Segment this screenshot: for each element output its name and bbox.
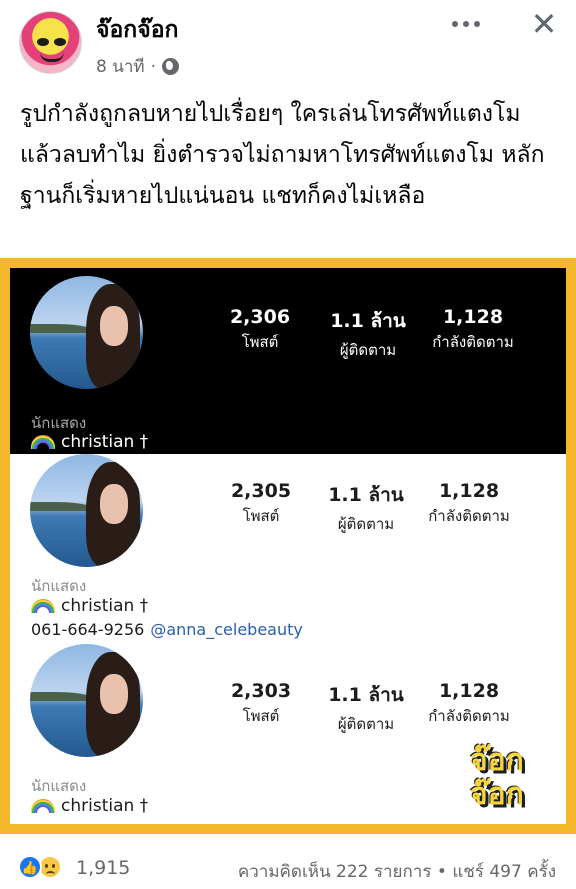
page-logo-watermark: จ๊อก จ๊อก <box>470 744 542 818</box>
stat-followers: 1.1 ล้าน ผู้ติดตาม <box>306 480 426 536</box>
share-count-link[interactable]: แชร์ 497 ครั้ง <box>452 862 556 882</box>
posts-count: 2,303 <box>230 680 292 702</box>
reaction-count[interactable]: 1,915 <box>76 857 130 879</box>
followers-count: 1.1 ล้าน <box>328 684 404 706</box>
meta-dot: · <box>150 56 156 77</box>
ig-profile-screenshot-2: 2,305 โพสต์ 1.1 ล้าน ผู้ติดตาม 1,128 กำล… <box>10 454 566 644</box>
followers-label: ผู้ติดตาม <box>337 515 395 533</box>
rainbow-emoji-icon <box>31 435 55 449</box>
following-count: 1,128 <box>438 480 500 502</box>
avatar-eye-right <box>54 38 66 46</box>
ig-name-text: christian † <box>61 796 149 816</box>
ig-category: นักแสดง <box>31 577 87 595</box>
followers-label: ผู้ติดตาม <box>337 715 395 733</box>
stat-followers: 1.1 ล้าน ผู้ติดตาม <box>306 680 426 736</box>
ig-display-name: christian † <box>31 432 148 452</box>
post-body-text: รูปกำลังถูกลบหายไปเรื่อยๆ ใครเล่นโทรศัพท… <box>20 101 545 209</box>
ig-phone: 061-664-9256 <box>31 620 145 639</box>
posts-count: 2,305 <box>230 480 292 502</box>
posts-label: โพสต์ <box>242 707 280 725</box>
post-footer: 👍 1,915 ความคิดเห็น 222 รายการ • แชร์ 49… <box>0 850 576 889</box>
engagement-separator: • <box>436 862 447 882</box>
post-meta: 8 นาที · <box>96 53 179 80</box>
ig-profile-avatar <box>30 454 143 567</box>
ig-profile-screenshot-1: 2,306 โพสต์ 1.1 ล้าน ผู้ติดตาม 1,128 กำล… <box>10 268 566 454</box>
ig-display-name: christian † <box>31 796 148 816</box>
following-count: 1,128 <box>442 306 504 328</box>
stat-following: 1,128 กำลังติดตาม <box>409 480 529 528</box>
post-header: จ๊อกจ๊อก 8 นาที · ✕ <box>0 0 576 90</box>
avatar-mouth <box>40 52 64 62</box>
page-avatar[interactable] <box>19 11 82 74</box>
following-label: กำลังติดตาม <box>428 507 510 525</box>
like-reaction-icon[interactable]: 👍 <box>18 855 42 879</box>
ig-profile-avatar <box>30 644 143 757</box>
ig-display-name: christian † <box>31 596 148 616</box>
followers-label: ผู้ติดตาม <box>339 341 397 359</box>
post-time[interactable]: 8 นาที <box>96 53 145 80</box>
ig-name-text: christian † <box>61 432 149 452</box>
watermark-line-1: จ๊อก <box>470 743 524 778</box>
ig-category: นักแสดง <box>31 777 87 795</box>
avatar-eye-left <box>37 38 49 46</box>
ig-mention-link: @anna_celebeauty <box>150 620 303 639</box>
stat-posts: 2,303 โพสต์ <box>201 680 321 728</box>
stat-following: 1,128 กำลังติดตาม <box>413 306 533 354</box>
posts-label: โพสต์ <box>242 507 280 525</box>
following-label: กำลังติดตาม <box>432 333 514 351</box>
comment-count-link[interactable]: ความคิดเห็น 222 รายการ <box>238 862 432 882</box>
ig-contact-line: 061-664-9256 @anna_celebeauty <box>31 620 303 639</box>
stat-posts: 2,305 โพสต์ <box>201 480 321 528</box>
stat-posts: 2,306 โพสต์ <box>200 306 320 354</box>
posts-count: 2,306 <box>229 306 291 328</box>
rainbow-emoji-icon <box>31 599 55 613</box>
ig-profile-avatar <box>30 276 143 389</box>
following-count: 1,128 <box>438 680 500 702</box>
watermark-line-2: จ๊อก <box>470 777 524 812</box>
globe-icon <box>162 58 179 75</box>
followers-count: 1.1 ล้าน <box>330 310 406 332</box>
close-icon[interactable]: ✕ <box>528 8 560 40</box>
followers-count: 1.1 ล้าน <box>328 484 404 506</box>
engagement-summary: ความคิดเห็น 222 รายการ • แชร์ 497 ครั้ง <box>238 858 556 885</box>
post-image[interactable]: 2,306 โพสต์ 1.1 ล้าน ผู้ติดตาม 1,128 กำล… <box>0 258 576 834</box>
following-label: กำลังติดตาม <box>428 707 510 725</box>
rainbow-emoji-icon <box>31 799 55 813</box>
page-name-link[interactable]: จ๊อกจ๊อก <box>96 12 178 48</box>
posts-label: โพสต์ <box>241 333 279 351</box>
stat-following: 1,128 กำลังติดตาม <box>409 680 529 728</box>
stat-followers: 1.1 ล้าน ผู้ติดตาม <box>308 306 428 362</box>
more-options-icon[interactable] <box>452 14 488 34</box>
ig-name-text: christian † <box>61 596 149 616</box>
